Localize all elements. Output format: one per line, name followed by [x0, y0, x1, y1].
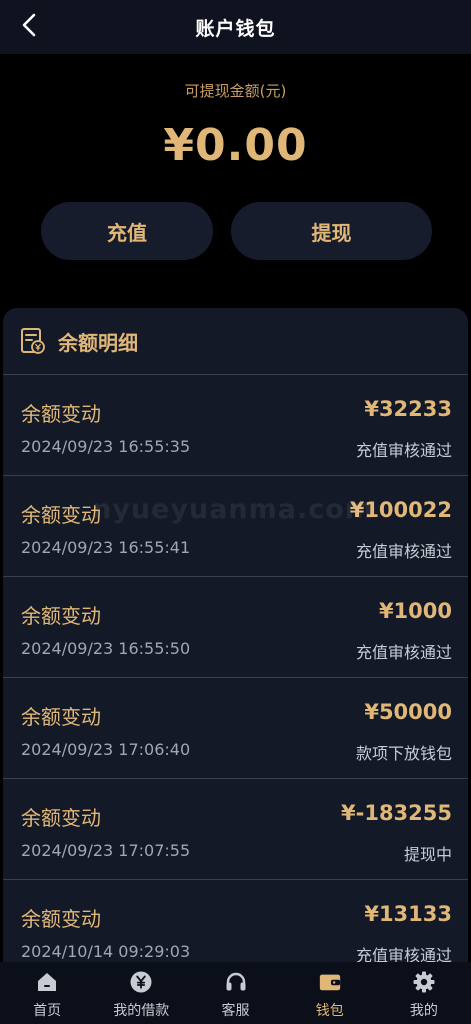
- wallet-icon: [319, 974, 340, 991]
- record-amount: ¥13133: [364, 902, 452, 926]
- record-status: 款项下放钱包: [355, 744, 452, 763]
- list-item[interactable]: 余额变动 ¥100022 2024/09/23 16:55:41 充值审核通过: [3, 476, 468, 577]
- tab-home[interactable]: 首页: [0, 962, 94, 1024]
- record-amount: ¥-183255: [341, 801, 452, 825]
- tab-customer-service[interactable]: 客服: [188, 962, 282, 1024]
- list-item[interactable]: 余额变动 ¥50000 2024/09/23 17:06:40 款项下放钱包: [3, 678, 468, 779]
- record-status: 充值审核通过: [355, 643, 452, 662]
- tab-wallet[interactable]: 钱包: [283, 962, 377, 1024]
- list-item[interactable]: 余额变动 ¥1000 2024/09/23 16:55:50 充值审核通过: [3, 577, 468, 678]
- record-amount: ¥1000: [378, 599, 452, 623]
- record-time: 2024/09/23 16:55:41: [21, 538, 191, 557]
- record-amount: ¥50000: [364, 700, 452, 724]
- record-status: 充值审核通过: [355, 441, 452, 460]
- record-amount: ¥32233: [364, 397, 452, 421]
- balance-amount: ¥0.00: [163, 120, 308, 171]
- record-time: 2024/10/14 09:29:03: [21, 942, 191, 961]
- yen-coin-icon: [130, 971, 152, 993]
- home-icon: [38, 973, 57, 991]
- bill-icon: [21, 328, 45, 354]
- record-status: 提现中: [403, 845, 452, 864]
- records-list: 余额变动 ¥32233 2024/09/23 16:55:35 充值审核通过 余…: [3, 375, 468, 981]
- record-title: 余额变动: [21, 705, 101, 729]
- tab-mine[interactable]: 我的: [377, 962, 471, 1024]
- tab-label: 钱包: [315, 1003, 344, 1019]
- top-header: 账户钱包: [0, 0, 471, 54]
- withdrawable-label: 可提现金额(元): [184, 82, 287, 100]
- list-item[interactable]: 余额变动 ¥-183255 2024/09/23 17:07:55 提现中: [3, 779, 468, 880]
- gear-icon: [413, 971, 435, 993]
- record-time: 2024/09/23 17:06:40: [21, 740, 191, 759]
- bottom-tab-bar: 首页 我的借款 客服 钱包 我的: [0, 962, 471, 1024]
- tab-label: 我的借款: [113, 1003, 170, 1019]
- withdraw-button[interactable]: 提现: [231, 202, 432, 260]
- record-title: 余额变动: [21, 503, 101, 527]
- tab-my-loans[interactable]: 我的借款: [94, 962, 188, 1024]
- record-time: 2024/09/23 16:55:50: [21, 639, 191, 658]
- record-title: 余额变动: [21, 907, 101, 931]
- record-title: 余额变动: [21, 604, 101, 628]
- headset-icon: [226, 972, 245, 991]
- page-title: 账户钱包: [195, 17, 276, 40]
- recharge-button[interactable]: 充值: [41, 202, 213, 260]
- detail-title: 余额明细: [58, 330, 138, 355]
- tab-label: 我的: [409, 1003, 438, 1019]
- back-button[interactable]: [14, 10, 44, 40]
- record-time: 2024/09/23 16:55:35: [21, 437, 191, 456]
- watermark: nyueyuanma.com: [92, 494, 374, 525]
- tab-label: 客服: [221, 1003, 250, 1019]
- list-item[interactable]: 余额变动 ¥32233 2024/09/23 16:55:35 充值审核通过: [3, 375, 468, 476]
- balance-detail-card: 余额明细 余额变动 ¥32233 2024/09/23 16:55:35 充值审…: [3, 308, 468, 1024]
- detail-header: 余额明细: [3, 308, 468, 375]
- record-title: 余额变动: [21, 402, 101, 426]
- balance-panel: 可提现金额(元) ¥0.00 充值 提现: [0, 54, 471, 310]
- tab-label: 首页: [33, 1003, 62, 1019]
- record-time: 2024/09/23 17:07:55: [21, 841, 191, 860]
- record-title: 余额变动: [21, 806, 101, 830]
- record-status: 充值审核通过: [355, 542, 452, 561]
- chevron-left-icon: [22, 13, 36, 37]
